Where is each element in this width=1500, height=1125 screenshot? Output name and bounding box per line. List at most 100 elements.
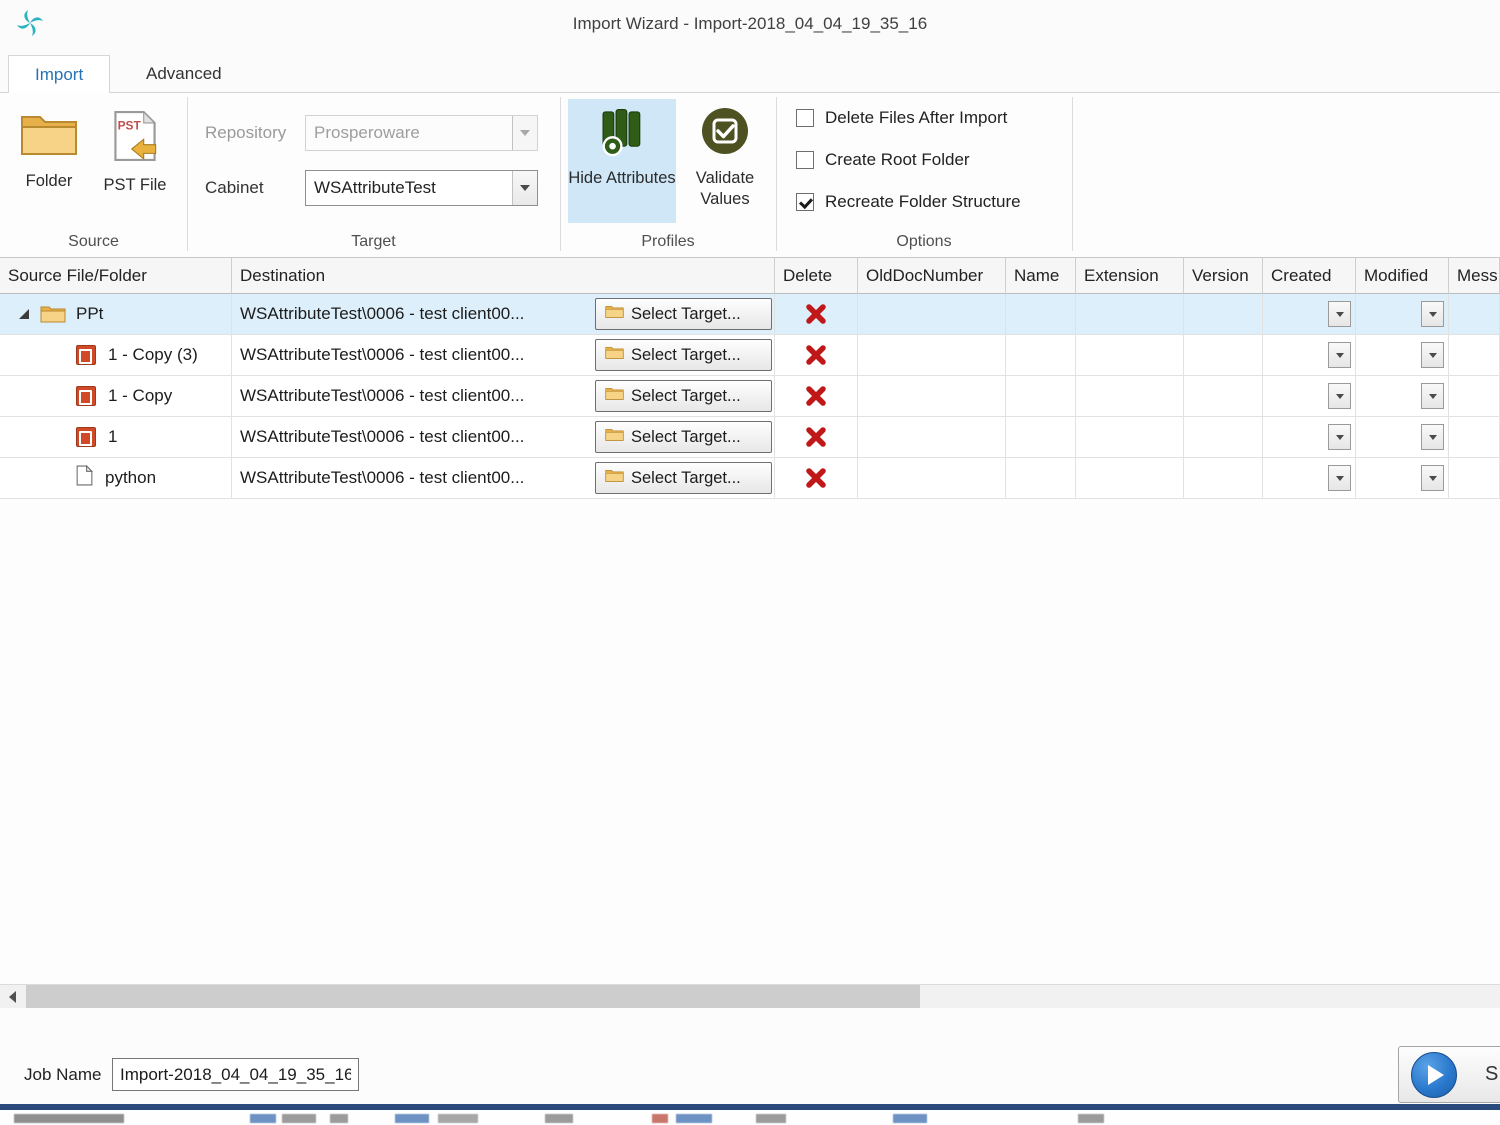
source-cell[interactable]: python <box>0 458 232 499</box>
tab-import[interactable]: Import <box>8 55 110 94</box>
column-header-message[interactable]: Mess <box>1449 258 1500 294</box>
modified-dropdown[interactable] <box>1421 342 1444 368</box>
option-recreate-folder-structure[interactable]: Recreate Folder Structure <box>796 192 1021 212</box>
delete-row-icon[interactable] <box>805 467 827 489</box>
create-root-folder-checkbox[interactable] <box>796 151 814 169</box>
powerpoint-file-icon <box>76 427 96 447</box>
table-row[interactable]: 1 - Copy WSAttributeTest\0006 - test cli… <box>0 376 1500 417</box>
delete-row-icon[interactable] <box>805 426 827 448</box>
folder-icon <box>605 427 624 447</box>
tab-advanced[interactable]: Advanced <box>120 55 248 94</box>
dropdown-arrow-icon <box>512 116 537 150</box>
destination-text: WSAttributeTest\0006 - test client00... <box>240 386 524 406</box>
table-row[interactable]: 1 WSAttributeTest\0006 - test client00..… <box>0 417 1500 458</box>
source-label: PPt <box>76 304 103 324</box>
table-row[interactable]: PPt WSAttributeTest\0006 - test client00… <box>0 294 1500 335</box>
message-cell <box>1449 458 1500 499</box>
option-delete-files[interactable]: Delete Files After Import <box>796 108 1007 128</box>
created-dropdown[interactable] <box>1328 342 1351 368</box>
play-icon <box>1411 1052 1457 1098</box>
destination-text: WSAttributeTest\0006 - test client00... <box>240 304 524 324</box>
folder-icon <box>605 468 624 488</box>
column-header-olddocnumber[interactable]: OldDocNumber <box>858 258 1006 294</box>
start-button[interactable]: S <box>1398 1046 1500 1103</box>
target-group-label: Target <box>187 233 560 253</box>
column-header-name[interactable]: Name <box>1006 258 1076 294</box>
clipped-content-fragment <box>1078 1114 1104 1123</box>
column-header-modified[interactable]: Modified <box>1356 258 1449 294</box>
source-label: 1 - Copy <box>108 386 172 406</box>
folder-icon <box>20 111 78 162</box>
option-create-root-folder[interactable]: Create Root Folder <box>796 150 970 170</box>
modified-dropdown[interactable] <box>1421 465 1444 491</box>
job-name-input[interactable] <box>112 1058 359 1091</box>
column-header-delete[interactable]: Delete <box>775 258 858 294</box>
clipped-content-fragment <box>545 1114 573 1123</box>
cabinet-dropdown[interactable]: WSAttributeTest <box>305 170 538 206</box>
select-target-button[interactable]: Select Target... <box>595 421 772 453</box>
destination-text: WSAttributeTest\0006 - test client00... <box>240 427 524 447</box>
destination-cell[interactable]: WSAttributeTest\0006 - test client00... … <box>232 294 775 335</box>
powerpoint-file-icon <box>76 386 96 406</box>
source-cell[interactable]: PPt <box>0 294 232 335</box>
column-header-source[interactable]: Source File/Folder <box>0 258 232 294</box>
folder-source-button[interactable]: Folder <box>14 99 84 191</box>
validate-values-button[interactable]: Validate Values <box>684 99 766 223</box>
hide-attributes-button[interactable]: Hide Attributes <box>568 99 676 223</box>
repository-dropdown[interactable]: Prosperoware <box>305 115 538 151</box>
column-header-extension[interactable]: Extension <box>1076 258 1184 294</box>
source-cell[interactable]: 1 <box>0 417 232 458</box>
modified-dropdown[interactable] <box>1421 424 1444 450</box>
recreate-folder-structure-checkbox[interactable] <box>796 193 814 211</box>
column-header-destination[interactable]: Destination <box>232 258 775 294</box>
folder-icon <box>605 345 624 365</box>
created-dropdown[interactable] <box>1328 424 1351 450</box>
profiles-group-label: Profiles <box>560 233 776 253</box>
delete-row-icon[interactable] <box>805 303 827 325</box>
expand-toggle-icon[interactable] <box>19 309 30 320</box>
select-target-label: Select Target... <box>631 469 741 488</box>
version-cell <box>1184 294 1263 335</box>
delete-cell <box>775 458 858 499</box>
created-cell <box>1263 376 1356 417</box>
select-target-button[interactable]: Select Target... <box>595 380 772 412</box>
horizontal-scrollbar[interactable] <box>0 984 1500 1008</box>
modified-dropdown[interactable] <box>1421 301 1444 327</box>
destination-cell[interactable]: WSAttributeTest\0006 - test client00... … <box>232 458 775 499</box>
select-target-button[interactable]: Select Target... <box>595 298 772 330</box>
scroll-left-arrow-icon[interactable] <box>0 985 24 1009</box>
table-row[interactable]: 1 - Copy (3) WSAttributeTest\0006 - test… <box>0 335 1500 376</box>
column-header-version[interactable]: Version <box>1184 258 1263 294</box>
created-dropdown[interactable] <box>1328 465 1351 491</box>
version-cell <box>1184 335 1263 376</box>
source-cell[interactable]: 1 - Copy (3) <box>0 335 232 376</box>
source-group-label: Source <box>0 233 187 253</box>
dropdown-arrow-icon[interactable] <box>512 171 537 205</box>
destination-cell[interactable]: WSAttributeTest\0006 - test client00... … <box>232 376 775 417</box>
clipped-background-content <box>0 1110 1500 1125</box>
clipped-content-fragment <box>14 1114 124 1123</box>
delete-files-checkbox[interactable] <box>796 109 814 127</box>
message-cell <box>1449 294 1500 335</box>
title-bar: Import Wizard - Import-2018_04_04_19_35_… <box>0 0 1500 48</box>
destination-cell[interactable]: WSAttributeTest\0006 - test client00... … <box>232 335 775 376</box>
created-dropdown[interactable] <box>1328 301 1351 327</box>
select-target-button[interactable]: Select Target... <box>595 462 772 494</box>
olddocnumber-cell <box>858 417 1006 458</box>
select-target-button[interactable]: Select Target... <box>595 339 772 371</box>
ribbon-tabstrip: Import Advanced <box>0 48 1500 93</box>
column-header-created[interactable]: Created <box>1263 258 1356 294</box>
pst-file-button[interactable]: PST PST File <box>96 99 174 195</box>
source-cell[interactable]: 1 - Copy <box>0 376 232 417</box>
destination-cell[interactable]: WSAttributeTest\0006 - test client00... … <box>232 417 775 458</box>
name-cell <box>1006 417 1076 458</box>
created-dropdown[interactable] <box>1328 383 1351 409</box>
table-row[interactable]: python WSAttributeTest\0006 - test clien… <box>0 458 1500 499</box>
name-cell <box>1006 335 1076 376</box>
scrollbar-thumb[interactable] <box>26 985 920 1009</box>
grid-header-row: Source File/Folder Destination Delete Ol… <box>0 258 1500 294</box>
delete-row-icon[interactable] <box>805 344 827 366</box>
delete-row-icon[interactable] <box>805 385 827 407</box>
group-divider <box>187 97 188 251</box>
modified-dropdown[interactable] <box>1421 383 1444 409</box>
